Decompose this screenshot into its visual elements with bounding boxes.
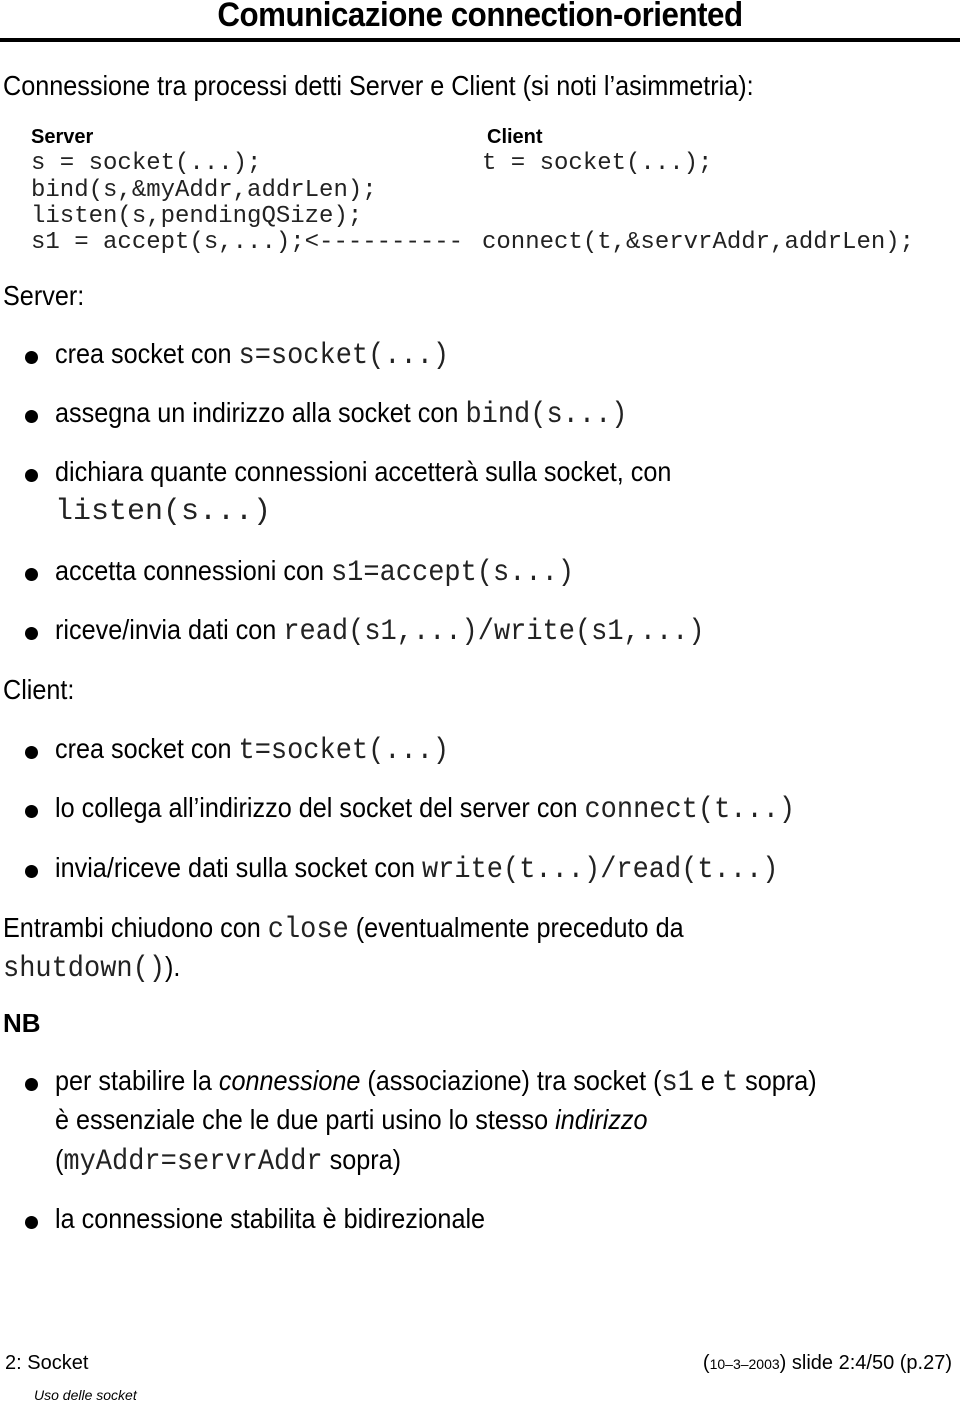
emphasis-text: indirizzo <box>555 1104 648 1135</box>
bullet-text: e <box>693 1065 722 1096</box>
server-code-heading: Server <box>31 126 94 148</box>
bullet-icon <box>25 805 38 818</box>
client-code-line: connect(t,&servrAddr,addrLen); <box>482 229 915 256</box>
intro-text: Connessione tra processi detti Server e … <box>3 70 837 102</box>
code-snippet: s=socket(...) <box>238 339 450 373</box>
code-snippet: read(s1,...)/write(s1,...) <box>283 615 705 649</box>
bullet-icon <box>25 1078 38 1091</box>
bullet-icon <box>25 568 38 581</box>
intro-label: Connessione tra processi detti Server e … <box>3 70 754 101</box>
bullet-icon <box>25 746 38 759</box>
closing-text: Entrambi chiudono con <box>3 912 268 943</box>
bullet-text: invia/riceve dati sulla socket con <box>55 852 422 883</box>
bullet-text: per stabilire la <box>55 1065 219 1096</box>
server-code-line: s = socket(...); <box>31 150 262 177</box>
client-code-heading: Client <box>487 126 543 148</box>
bullet-text: la connessione stabilita è bidirezionale <box>55 1203 486 1234</box>
bullet-text: sopra) <box>322 1144 402 1175</box>
code-snippet: t <box>721 1066 739 1100</box>
footer-slide-number: slide 2:4/50 (p.27) <box>791 1352 952 1374</box>
server-code-line: listen(s,pendingQSize); <box>31 203 363 230</box>
closing-line-2: shutdown()). <box>3 951 200 986</box>
client-code-line: t = socket(...); <box>482 150 713 177</box>
code-snippet: shutdown() <box>3 952 166 986</box>
code-snippet: s1=accept(s...) <box>330 556 575 590</box>
bullet-text: riceve/invia dati con <box>55 614 284 645</box>
footer-date: 10–3–2003 <box>709 1356 780 1372</box>
bullet-text: dichiara quante connessioni accetterà su… <box>55 456 672 487</box>
bullet-text: lo collega all’indirizzo del socket del … <box>55 792 585 823</box>
bullet-icon <box>25 351 38 364</box>
code-snippet: bind(s...) <box>465 398 628 432</box>
bullet-text: sopra) <box>738 1065 817 1096</box>
bullet-icon <box>25 627 38 640</box>
code-snippet: connect(t...) <box>584 793 796 827</box>
bullet-text: crea socket con <box>55 338 239 369</box>
bullet-text: (associazione) tra socket ( <box>360 1065 662 1096</box>
server-section-heading: Server: <box>3 280 93 312</box>
server-heading-label: Server: <box>3 280 85 311</box>
client-section-heading: Client: <box>3 674 82 706</box>
client-heading-label: Client: <box>3 674 75 705</box>
page-title: Comunicazione connection-oriented <box>217 0 743 34</box>
footer-slide-info: (10–3–2003) slide 2:4/50 (p.27) <box>702 1352 952 1374</box>
code-snippet: write(t...)/read(t...) <box>421 853 779 887</box>
server-code-line: bind(s,&myAddr,addrLen); <box>31 177 377 204</box>
footer-subtitle: Uso delle socket <box>34 1387 137 1403</box>
title-divider <box>0 38 960 42</box>
emphasis-text: connessione <box>218 1065 361 1096</box>
closing-text: (eventualmente preceduto da <box>348 912 684 943</box>
code-snippet: s1 <box>661 1066 694 1100</box>
code-snippet: myAddr=servrAddr <box>63 1145 323 1179</box>
closing-text: ). <box>165 951 181 982</box>
bullet-text: crea socket con <box>55 733 239 764</box>
bullet-text: è essenziale che le due parti usino lo s… <box>55 1104 556 1135</box>
code-snippet: t=socket(...) <box>238 734 450 768</box>
code-snippet: close <box>267 913 349 947</box>
bullet-icon <box>25 410 38 423</box>
code-snippet: listen(s...) <box>55 495 272 529</box>
server-code-line: s1 = accept(s,...);<---------- <box>31 229 464 256</box>
nb-heading: NB <box>3 1008 41 1038</box>
footer-section-label: 2: Socket <box>5 1352 89 1374</box>
closing-line-1: Entrambi chiudono con close (eventualmen… <box>3 912 759 947</box>
bullet-icon <box>25 469 38 482</box>
bullet-text: assegna un indirizzo alla socket con <box>55 397 466 428</box>
bullet-text: accetta connessioni con <box>55 555 331 586</box>
bullet-icon <box>25 1216 38 1229</box>
bullet-icon <box>25 865 38 878</box>
